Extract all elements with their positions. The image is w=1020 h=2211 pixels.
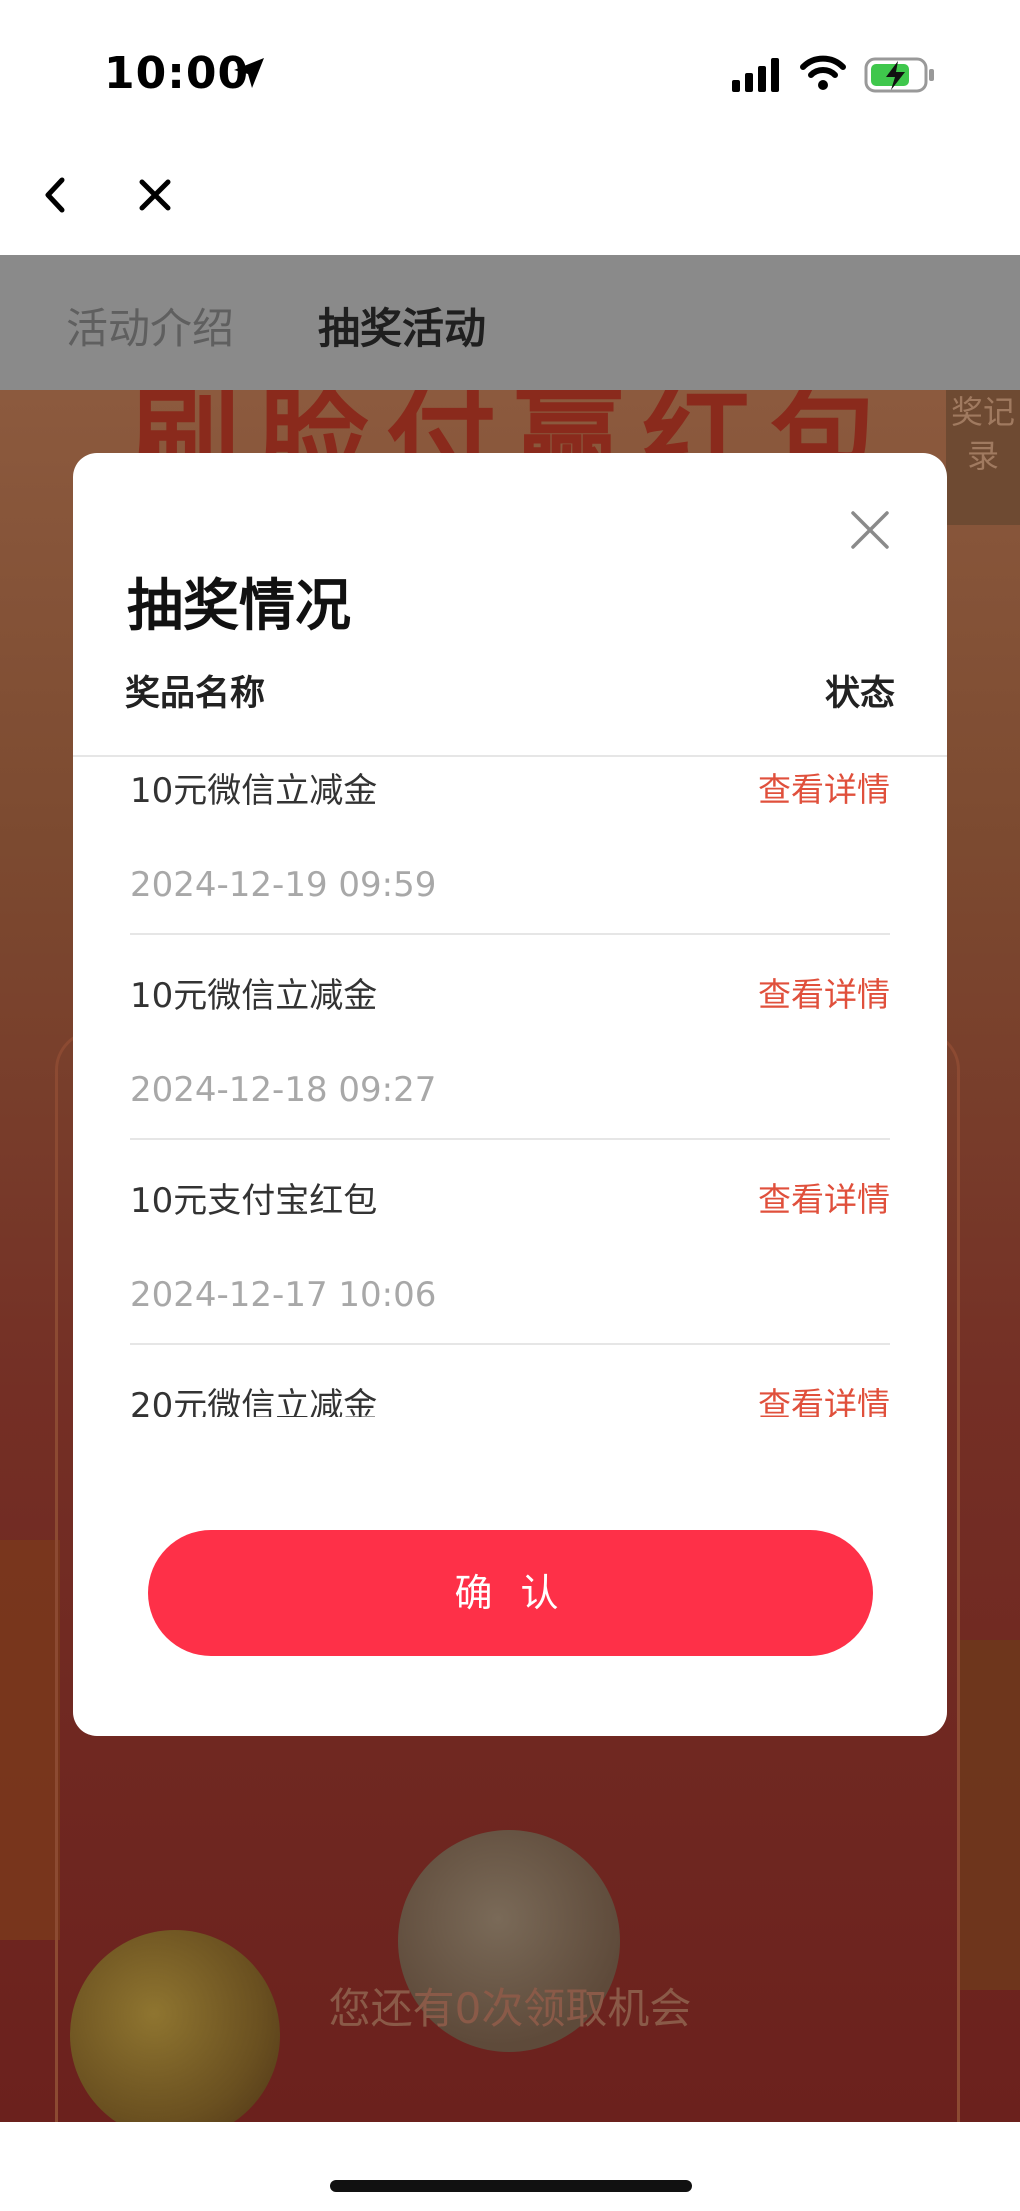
prize-record-side-tab[interactable]: 奖记录	[946, 390, 1020, 525]
cellular-signal-icon	[732, 58, 779, 92]
list-item: 10元微信立减金 查看详情 2024-12-18 09:27	[130, 968, 890, 1173]
dialog-title: 抽奖情况	[127, 574, 351, 639]
record-list[interactable]: 10元微信立减金 查看详情 2024-12-19 09:59 10元微信立减金 …	[73, 757, 947, 1417]
column-header-status: 状态	[824, 674, 895, 714]
view-details-link[interactable]: 查看详情	[758, 968, 890, 1016]
list-item: 20元微信立减金 查看详情	[130, 1378, 890, 1417]
tab-bar: 活动介绍 抽奖活动	[0, 255, 1020, 390]
draw-time: 2024-12-17 10:06	[130, 1275, 437, 1315]
divider	[130, 933, 890, 935]
column-header-prize: 奖品名称	[125, 674, 266, 714]
status-time: 10:00	[104, 48, 250, 99]
view-details-link[interactable]: 查看详情	[758, 763, 890, 811]
tab-lottery-activity[interactable]: 抽奖活动	[318, 295, 486, 356]
bottom-safe-area	[0, 2122, 1020, 2211]
draw-time: 2024-12-18 09:27	[130, 1070, 437, 1110]
prize-name: 10元支付宝红包	[130, 1181, 378, 1221]
tab-activity-intro[interactable]: 活动介绍	[66, 295, 234, 356]
home-indicator[interactable]	[330, 2180, 692, 2192]
battery-charging-icon	[864, 57, 934, 93]
chevron-left-icon[interactable]	[30, 170, 80, 220]
remaining-chances-text: 您还有0次领取机会	[328, 1984, 692, 2033]
prize-name: 10元微信立减金	[130, 771, 378, 811]
confirm-button[interactable]: 确 认	[148, 1530, 873, 1656]
nav-bar	[0, 140, 1020, 255]
close-icon[interactable]	[849, 509, 891, 551]
lottery-result-dialog: 抽奖情况 奖品名称 状态 10元微信立减金 查看详情 2024-12-19 09…	[73, 453, 947, 1736]
view-details-link[interactable]: 查看详情	[758, 1173, 890, 1221]
close-icon[interactable]	[130, 170, 180, 220]
prize-name: 10元微信立减金	[130, 976, 378, 1016]
prize-name: 20元微信立减金	[130, 1386, 378, 1417]
view-details-link[interactable]: 查看详情	[758, 1378, 890, 1417]
divider	[130, 1343, 890, 1345]
divider	[130, 1138, 890, 1140]
location-arrow-icon	[234, 58, 264, 88]
list-item: 10元支付宝红包 查看详情 2024-12-17 10:06	[130, 1173, 890, 1378]
ribbon-decoration	[960, 1640, 1020, 1990]
wifi-icon	[800, 55, 846, 90]
status-bar: 10:00	[0, 0, 1020, 140]
list-item: 10元微信立减金 查看详情 2024-12-19 09:59	[130, 763, 890, 968]
draw-time: 2024-12-19 09:59	[130, 865, 437, 905]
ribbon-decoration	[0, 1540, 60, 1940]
hero-title: 刷脸付赢红包	[130, 390, 898, 460]
